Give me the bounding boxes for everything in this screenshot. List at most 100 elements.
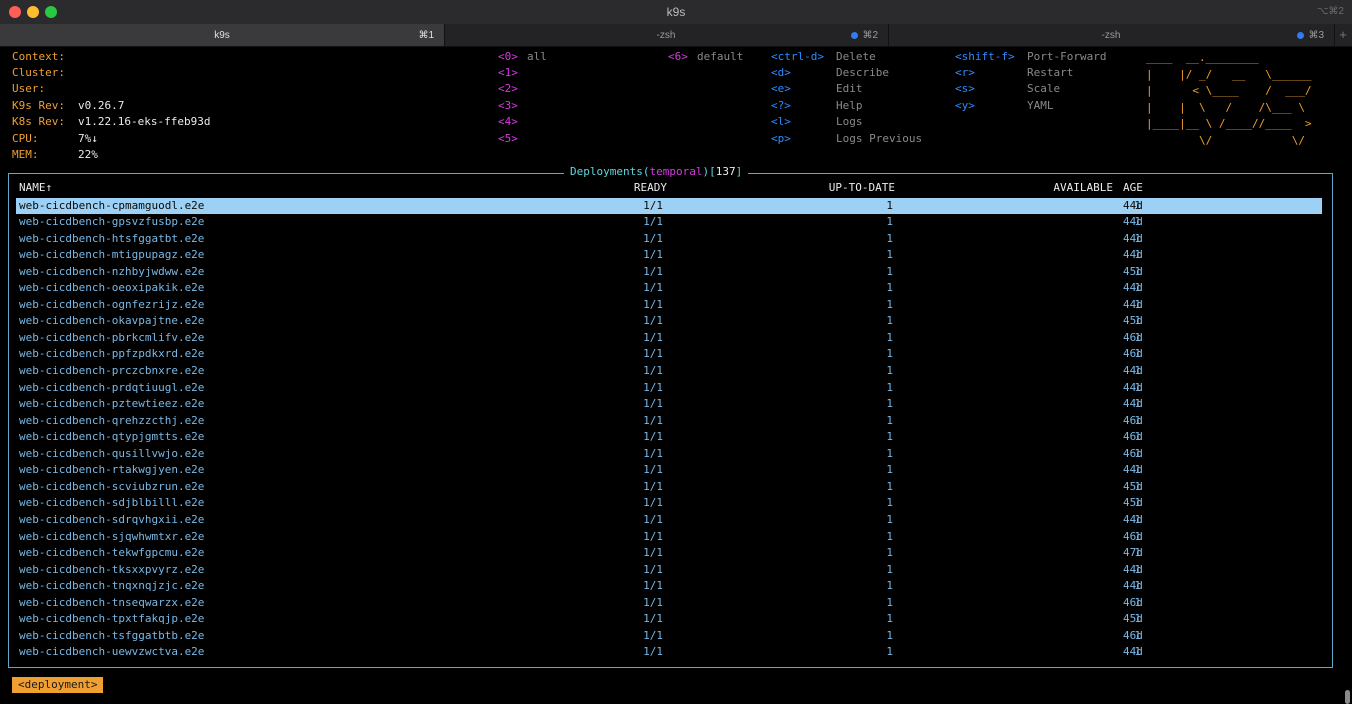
hotkey-logs-key[interactable]: <l>	[771, 114, 791, 130]
deployment-name-cell: web-cicdbench-prczcbnxre.e2e	[19, 364, 205, 377]
k9s-rev-value: v0.26.7	[78, 99, 125, 112]
table-row[interactable]: web-cicdbench-qusillvwjo.e2e 1/1 1 1 46d	[16, 446, 1322, 463]
table-row[interactable]: web-cicdbench-okavpajtne.e2e 1/1 1 1 45d	[16, 313, 1322, 330]
ready-cell: 1/1	[643, 463, 663, 477]
namespace-key-1[interactable]: <1>	[498, 65, 518, 81]
table-row[interactable]: web-cicdbench-ppfzpdkxrd.e2e 1/1 1 1 46d	[16, 346, 1322, 363]
ready-cell: 1/1	[643, 546, 663, 560]
ready-cell: 1/1	[643, 364, 663, 377]
hotkey-logs-previous-label: Logs Previous	[836, 132, 923, 145]
ready-cell: 1/1	[643, 264, 663, 278]
table-row[interactable]: web-cicdbench-mtigpupagz.e2e 1/1 1 1 44d	[16, 247, 1322, 264]
table-row[interactable]: web-cicdbench-qtypjgmtts.e2e 1/1 1 1 46d	[16, 429, 1322, 446]
new-tab-button[interactable]: +	[1334, 24, 1352, 46]
tab-shortcut-group: ⌘3	[1297, 30, 1324, 41]
header-up-to-date[interactable]: UP-TO-DATE	[829, 181, 895, 195]
age-cell: 46d	[1123, 595, 1143, 609]
ready-cell: 1/1	[643, 314, 663, 328]
table-row[interactable]: web-cicdbench-nzhbyjwdww.e2e 1/1 1 1 45d	[16, 264, 1322, 281]
hotkey-scale-key[interactable]: <s>	[955, 81, 975, 97]
table-row[interactable]: web-cicdbench-tsfggatbtb.e2e 1/1 1 1 46d	[16, 628, 1322, 645]
table-row[interactable]: web-cicdbench-tksxxpvyrz.e2e 1/1 1 1 44d	[16, 562, 1322, 579]
header-age[interactable]: AGE	[1123, 181, 1143, 195]
ready-cell: 1/1	[643, 215, 663, 229]
hotkey-describe-key[interactable]: <d>	[771, 65, 791, 81]
tab-zsh-2[interactable]: -zsh ⌘2	[444, 24, 889, 46]
k8s-rev-label: K8s Rev:	[12, 115, 65, 128]
age-cell: 44d	[1123, 380, 1143, 394]
hotkey-scale-label: Scale	[1027, 82, 1061, 95]
table-row[interactable]: web-cicdbench-pztewtieez.e2e 1/1 1 1 44d	[16, 396, 1322, 413]
hotkey-port-forward-key[interactable]: <shift-f>	[955, 49, 1015, 65]
table-row[interactable]: web-cicdbench-prdqtiuugl.e2e 1/1 1 1 44d	[16, 380, 1322, 397]
table-row[interactable]: web-cicdbench-prczcbnxre.e2e 1/1 1 1 44d	[16, 363, 1322, 380]
breadcrumb-deployment[interactable]: <deployment>	[12, 677, 104, 693]
hotkey-help-key[interactable]: <?>	[771, 98, 791, 114]
table-row[interactable]: web-cicdbench-uewvzwctva.e2e 1/1 1 1 44d	[16, 644, 1322, 661]
up-to-date-cell: 1	[886, 529, 893, 543]
hotkey-logs-previous-key[interactable]: <p>	[771, 131, 791, 147]
age-cell: 45d	[1123, 264, 1143, 278]
hotkey-yaml-label: YAML	[1027, 99, 1054, 112]
namespace-key-6[interactable]: <6>	[668, 49, 688, 65]
table-row[interactable]: web-cicdbench-oeoxipakik.e2e 1/1 1 1 44d	[16, 280, 1322, 297]
table-row[interactable]: web-cicdbench-rtakwgjyen.e2e 1/1 1 1 44d	[16, 462, 1322, 479]
age-cell: 46d	[1123, 430, 1143, 444]
namespace-key-4[interactable]: <4>	[498, 114, 518, 130]
table-row[interactable]: web-cicdbench-sdjblbilll.e2e 1/1 1 1 45d	[16, 495, 1322, 512]
table-row[interactable]: web-cicdbench-tekwfgpcmu.e2e 1/1 1 1 47d	[16, 545, 1322, 562]
tab-shortcut: ⌘3	[1308, 30, 1324, 41]
ready-cell: 1/1	[643, 512, 663, 526]
table-row[interactable]: web-cicdbench-tnseqwarzx.e2e 1/1 1 1 46d	[16, 595, 1322, 612]
table-row[interactable]: web-cicdbench-gpsvzfusbp.e2e 1/1 1 1 44d	[16, 214, 1322, 231]
age-cell: 44d	[1123, 231, 1143, 245]
scrollbar-thumb[interactable]	[1345, 690, 1350, 704]
table-row[interactable]: web-cicdbench-ognfezrijz.e2e 1/1 1 1 44d	[16, 297, 1322, 314]
up-to-date-cell: 1	[886, 380, 893, 394]
namespace-key-0[interactable]: <0>	[498, 49, 518, 65]
ready-cell: 1/1	[643, 595, 663, 609]
deployment-name-cell: web-cicdbench-qusillvwjo.e2e	[19, 446, 205, 460]
window-shortcut: ⌥⌘2	[1316, 6, 1344, 17]
table-row[interactable]: web-cicdbench-sdrqvhgxii.e2e 1/1 1 1 44d	[16, 512, 1322, 529]
tab-k9s[interactable]: k9s ⌘1	[0, 24, 445, 46]
table-row[interactable]: web-cicdbench-tpxtfakqjp.e2e 1/1 1 1 45d	[16, 611, 1322, 628]
hotkey-edit-key[interactable]: <e>	[771, 81, 791, 97]
hotkey-delete-key[interactable]: <ctrl-d>	[771, 49, 824, 65]
header-name[interactable]: NAME↑	[19, 181, 52, 195]
hotkey-yaml-key[interactable]: <y>	[955, 98, 975, 114]
ready-cell: 1/1	[643, 347, 663, 361]
table-row[interactable]: web-cicdbench-pbrkcmlifv.e2e 1/1 1 1 46d	[16, 330, 1322, 347]
ready-cell: 1/1	[643, 579, 663, 593]
table-row[interactable]: web-cicdbench-scviubzrun.e2e 1/1 1 1 45d	[16, 479, 1322, 496]
table-title-separator: )[	[702, 165, 716, 178]
deployment-name-cell: web-cicdbench-rtakwgjyen.e2e	[19, 463, 205, 477]
hotkey-logs-label: Logs	[836, 115, 863, 128]
window-titlebar: k9s ⌥⌘2	[0, 0, 1352, 25]
table-title-resource: Deployments(	[570, 165, 650, 178]
table-row[interactable]: web-cicdbench-cpmamguodl.e2e 1/1 1 1 44d	[16, 197, 1322, 214]
table-title-suffix: ]	[735, 165, 743, 178]
age-cell: 47d	[1123, 546, 1143, 560]
table-row[interactable]: web-cicdbench-sjqwhwmtxr.e2e 1/1 1 1 46d	[16, 529, 1322, 546]
namespace-key-3[interactable]: <3>	[498, 98, 518, 114]
tab-zsh-3[interactable]: -zsh ⌘3	[888, 24, 1335, 46]
header-ready[interactable]: READY	[634, 181, 667, 195]
namespace-key-2[interactable]: <2>	[498, 81, 518, 97]
ready-cell: 1/1	[643, 330, 663, 344]
header-available[interactable]: AVAILABLE	[1053, 181, 1113, 195]
table-row[interactable]: web-cicdbench-tnqxnqjzjc.e2e 1/1 1 1 44d	[16, 578, 1322, 595]
deployment-name-cell: web-cicdbench-sdjblbilll.e2e	[19, 496, 205, 510]
age-cell: 44d	[1123, 198, 1143, 212]
tab-shortcut: ⌘1	[418, 30, 434, 41]
tab-label: -zsh	[1101, 30, 1121, 41]
up-to-date-cell: 1	[886, 198, 893, 212]
hotkey-restart-key[interactable]: <r>	[955, 65, 975, 81]
up-to-date-cell: 1	[886, 546, 893, 560]
table-row[interactable]: web-cicdbench-qrehzzcthj.e2e 1/1 1 1 46d	[16, 413, 1322, 430]
namespace-key-5[interactable]: <5>	[498, 131, 518, 147]
deployment-name-cell: web-cicdbench-prdqtiuugl.e2e	[19, 380, 205, 394]
up-to-date-cell: 1	[886, 281, 893, 295]
table-row[interactable]: web-cicdbench-htsfggatbt.e2e 1/1 1 1 44d	[16, 231, 1322, 248]
table-title-count: 137	[715, 165, 736, 178]
